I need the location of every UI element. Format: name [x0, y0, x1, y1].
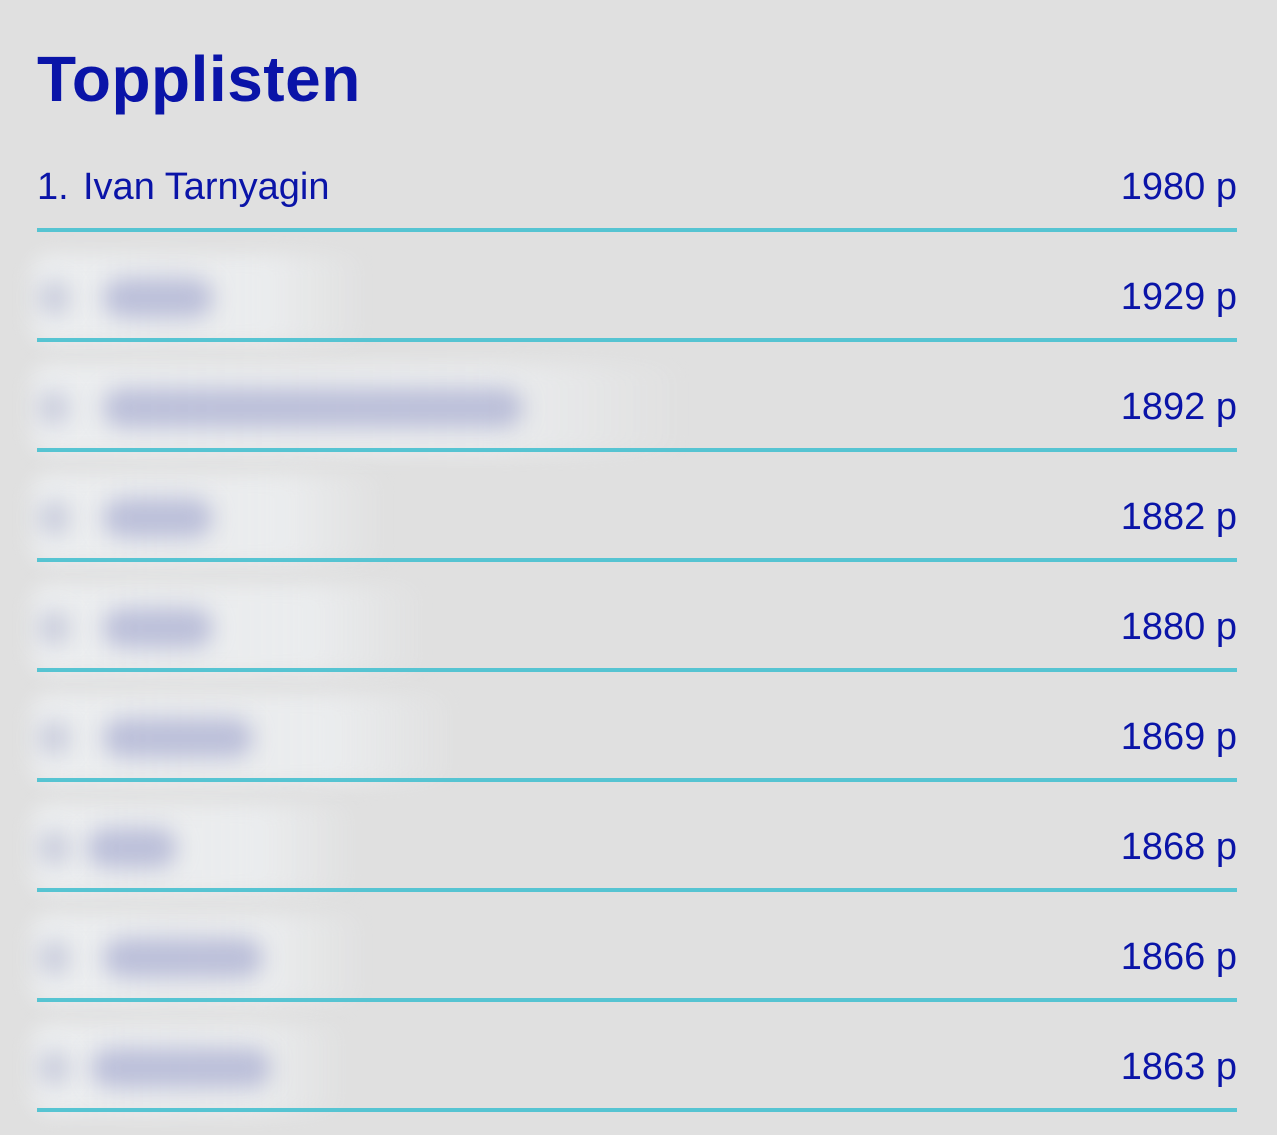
blurred-name — [31, 1024, 351, 1114]
player-score: 1880 p — [1120, 606, 1237, 648]
leaderboard-row: 1882 p — [31, 474, 1237, 592]
blurred-name — [31, 254, 371, 344]
page-title: Topplisten — [37, 43, 361, 115]
player-score: 1882 p — [1120, 496, 1237, 538]
player-score: 1868 p — [1120, 826, 1237, 868]
blurred-name — [31, 364, 691, 454]
player-score: 1892 p — [1120, 386, 1237, 428]
leaderboard-list: 1. Ivan Tarnyagin 1980 p 1929 p 1892 p 1… — [31, 152, 1237, 1135]
player-score: 1863 p — [1120, 1046, 1237, 1088]
leaderboard-row: 1869 p — [31, 694, 1237, 812]
leaderboard-row: 1892 p — [31, 364, 1237, 482]
leaderboard-row: 1. Ivan Tarnyagin 1980 p — [37, 152, 1237, 262]
blurred-name — [31, 914, 371, 1004]
player-score: 1929 p — [1120, 276, 1237, 318]
leaderboard-page: Topplisten 1. Ivan Tarnyagin 1980 p 1929… — [0, 0, 1277, 1135]
leaderboard-row: 1866 p — [31, 914, 1237, 1032]
blurred-name — [31, 694, 461, 784]
leaderboard-row: 1868 p — [31, 804, 1237, 922]
blurred-name — [31, 584, 431, 674]
rank-number: 1. — [37, 166, 69, 208]
leaderboard-row: 1929 p — [31, 254, 1237, 372]
player-score: 1866 p — [1120, 936, 1237, 978]
player-score: 1869 p — [1120, 716, 1237, 758]
player-name: Ivan Tarnyagin — [83, 166, 330, 208]
blurred-name — [31, 474, 391, 564]
player-score: 1980 p — [1120, 166, 1237, 208]
leaderboard-row: 1880 p — [31, 584, 1237, 702]
blurred-name — [31, 804, 361, 894]
leaderboard-row: 1863 p — [31, 1024, 1237, 1135]
